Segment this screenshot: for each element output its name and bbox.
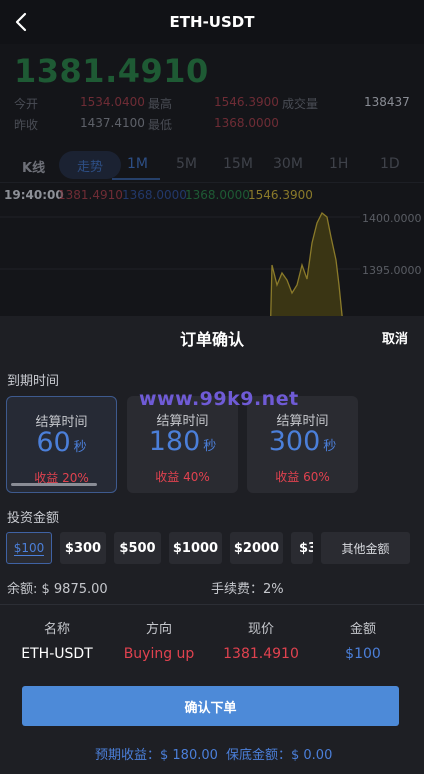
volume-label: 成交量 bbox=[282, 97, 319, 111]
confirm-order-button[interactable]: 确认下单 bbox=[22, 686, 399, 726]
amount-option-2000[interactable]: $2000 bbox=[230, 532, 283, 564]
amount-option-1000[interactable]: $1000 bbox=[169, 532, 222, 564]
fee-text: 手续费：2% bbox=[211, 582, 284, 597]
chart-time: 19:40:00 bbox=[4, 188, 64, 202]
watermark: www.99k9.net bbox=[139, 388, 299, 410]
interval-tabs: K线 走势 1M 5M 15M 30M 1H 1D bbox=[0, 147, 424, 183]
low-label: 最低 bbox=[148, 118, 173, 132]
page-title: ETH-USDT bbox=[169, 13, 255, 31]
period-option-300[interactable]: 结算时间 300 秒 收益 60% bbox=[247, 396, 358, 493]
high-value: 1546.3900 bbox=[214, 95, 279, 109]
tab-5m[interactable]: 5M bbox=[176, 156, 197, 172]
progress-bar bbox=[11, 483, 97, 486]
open-label: 今开 bbox=[14, 97, 39, 111]
amount-option-500[interactable]: $500 bbox=[114, 532, 161, 564]
order-price: 1381.4910 bbox=[223, 646, 299, 662]
stats-row-2: 昨收 1437.4100 最低 1368.0000 bbox=[0, 116, 424, 136]
amount-option-partial[interactable]: $3 bbox=[291, 532, 313, 564]
y-tick-label: 1395.0000 bbox=[362, 264, 422, 277]
guaranteed-amount: 保底金额：$ 0.00 bbox=[226, 748, 333, 763]
expected-profit: 预期收益：$ 180.00 bbox=[95, 748, 218, 763]
balance-text: 余额: $ 9875.00 bbox=[7, 582, 108, 597]
market-background: 1381.4910 今开 1534.0400 最高 1546.3900 成交量 … bbox=[0, 44, 424, 345]
col-header-amount: 金额 bbox=[349, 622, 376, 637]
low-value: 1368.0000 bbox=[214, 116, 279, 130]
tab-15m[interactable]: 15M bbox=[223, 156, 253, 172]
order-direction: Buying up bbox=[123, 646, 195, 662]
period-value: 180 秒 bbox=[148, 426, 217, 457]
col-header-name: 名称 bbox=[43, 622, 70, 637]
active-tab-indicator bbox=[112, 178, 160, 180]
period-yield: 收益 40% bbox=[155, 470, 210, 484]
period-option-180[interactable]: 结算时间 180 秒 收益 40% bbox=[127, 396, 238, 493]
period-option-60[interactable]: 结算时间 60 秒 收益 20% bbox=[6, 396, 117, 493]
prev-close-label: 昨收 bbox=[14, 118, 39, 132]
divider bbox=[0, 604, 424, 605]
col-header-direction: 方向 bbox=[145, 622, 172, 637]
y-tick-label: 1400.0000 bbox=[362, 212, 422, 225]
prev-close-value: 1437.4100 bbox=[80, 116, 145, 130]
order-amount: $100 bbox=[345, 646, 381, 662]
other-amount-button[interactable]: 其他金额 bbox=[321, 532, 410, 564]
chart-info-bar: 19:40:00 1381.4910 1368.0000 1368.0000 1… bbox=[0, 185, 424, 207]
chart-value-green: 1368.0000 bbox=[185, 188, 250, 202]
stats-row-1: 今开 1534.0400 最高 1546.3900 成交量 138437 bbox=[0, 95, 424, 115]
volume-value: 138437 bbox=[364, 95, 410, 109]
modal-title: 订单确认 bbox=[179, 330, 244, 349]
order-confirm-modal: 订单确认 取消 到期时间 结算时间 60 秒 收益 20% 结算时间 180 秒 收… bbox=[0, 316, 424, 774]
tab-kline[interactable]: K线 bbox=[22, 157, 45, 176]
open-value: 1534.0400 bbox=[80, 95, 145, 109]
current-price: 1381.4910 bbox=[14, 52, 209, 90]
top-header: ETH-USDT bbox=[0, 0, 424, 44]
chevron-left-icon[interactable] bbox=[12, 10, 32, 34]
high-label: 最高 bbox=[148, 97, 173, 111]
tab-30m[interactable]: 30M bbox=[273, 156, 303, 172]
order-symbol: ETH-USDT bbox=[21, 646, 93, 662]
amount-section-label: 投资金额 bbox=[7, 511, 60, 526]
period-section-label: 到期时间 bbox=[7, 374, 60, 389]
tab-1m[interactable]: 1M bbox=[127, 156, 148, 172]
cancel-button[interactable]: 取消 bbox=[382, 328, 408, 347]
chart-value-blue: 1368.0000 bbox=[122, 188, 187, 202]
tab-1h[interactable]: 1H bbox=[329, 156, 348, 172]
chart-value-gold: 1546.3900 bbox=[248, 188, 313, 202]
amount-option-300[interactable]: $300 bbox=[60, 532, 106, 564]
tab-1d[interactable]: 1D bbox=[380, 156, 400, 172]
amount-option-100[interactable]: $100 bbox=[6, 532, 52, 564]
chart-close: 1381.4910 bbox=[58, 188, 123, 202]
tab-trend[interactable]: 走势 bbox=[59, 151, 121, 179]
col-header-price: 现价 bbox=[247, 622, 274, 637]
period-value: 300 秒 bbox=[268, 426, 337, 457]
period-value: 60 秒 bbox=[36, 427, 87, 458]
period-yield: 收益 60% bbox=[275, 470, 330, 484]
